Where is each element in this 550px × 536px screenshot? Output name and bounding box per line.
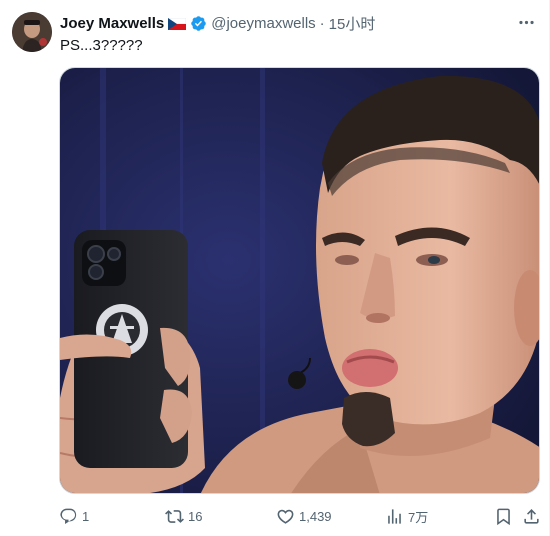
czech-flag-icon — [167, 17, 187, 30]
repost-count: 16 — [188, 508, 203, 524]
tweet-actions-bar: 1 16 1,439 7万 — [0, 502, 550, 530]
heart-icon — [277, 509, 294, 524]
post-timestamp[interactable]: 15小时 — [329, 13, 376, 34]
views-button[interactable]: 7万 — [385, 502, 428, 530]
author-name[interactable]: Joey Maxwells — [60, 15, 164, 32]
views-chart-icon — [388, 508, 401, 524]
tweet-header: Joey Maxwells @joeymaxwells · 15小时 — [60, 13, 375, 33]
reply-icon — [60, 508, 77, 524]
like-button[interactable]: 1,439 — [276, 502, 332, 530]
like-count: 1,439 — [299, 508, 332, 524]
repost-button[interactable]: 16 — [165, 502, 202, 530]
author-handle[interactable]: @joeymaxwells — [211, 15, 315, 32]
repost-icon — [165, 509, 184, 523]
tweet-text: PS...3????? — [60, 37, 143, 54]
reply-button[interactable]: 1 — [59, 502, 89, 530]
reply-count: 1 — [82, 508, 90, 524]
bookmark-icon — [497, 508, 510, 525]
share-button[interactable] — [522, 502, 541, 530]
view-count: 7万 — [408, 509, 429, 525]
share-icon — [524, 508, 539, 524]
separator-dot: · — [319, 14, 325, 32]
more-options-icon[interactable] — [515, 12, 537, 32]
tweet-card[interactable]: Joey Maxwells @joeymaxwells · 15小时 PS...… — [0, 0, 550, 536]
bookmark-button[interactable] — [494, 502, 513, 530]
verified-badge-icon[interactable] — [190, 15, 207, 32]
tweet-media-photo[interactable] — [59, 67, 540, 494]
author-avatar[interactable] — [12, 12, 52, 52]
